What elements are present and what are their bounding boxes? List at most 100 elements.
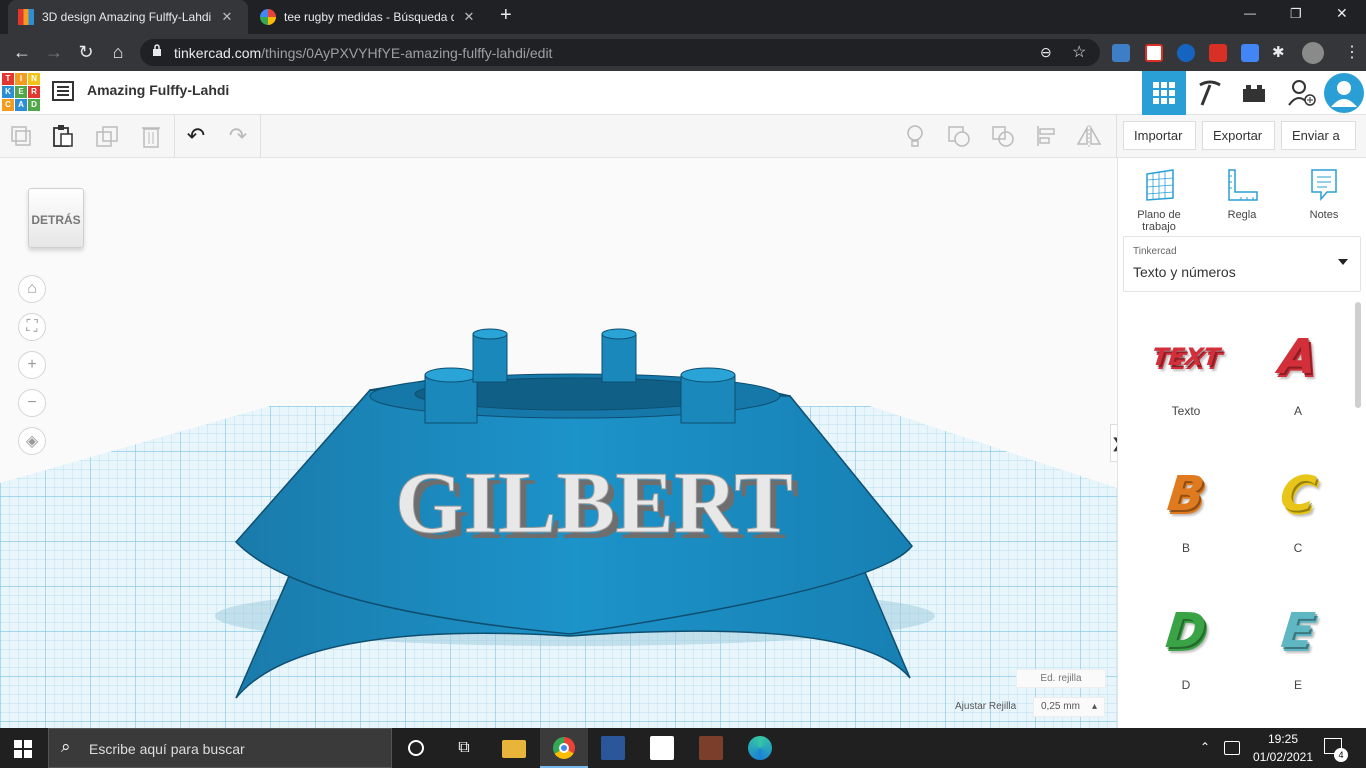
- shape-tile[interactable]: DD: [1136, 592, 1236, 692]
- chrome-icon: [553, 737, 575, 759]
- light-bulb-icon[interactable]: [900, 121, 930, 151]
- perspective-icon[interactable]: ◈: [18, 427, 46, 455]
- workplane-viewport[interactable]: GILBERT GILBERT: [0, 158, 1117, 728]
- zoom-icon[interactable]: ⊖: [1040, 44, 1052, 61]
- edit-grid-button[interactable]: Ed. rejilla: [1016, 669, 1106, 688]
- undo-icon[interactable]: ↶: [181, 121, 211, 151]
- shape-tile[interactable]: BB: [1136, 455, 1236, 555]
- zoom-out-icon[interactable]: −: [18, 389, 46, 417]
- shape-thumbnail: B: [1164, 466, 1208, 522]
- snap-grid-select[interactable]: 0,25 mm ▴: [1033, 697, 1105, 717]
- chrome-menu-icon[interactable]: ⋮: [1344, 42, 1360, 62]
- ruler-tool[interactable]: Regla: [1207, 168, 1277, 221]
- snap-grid-arrow-icon: ▴: [1091, 701, 1097, 712]
- home-view-icon[interactable]: ⌂: [18, 275, 46, 303]
- extensions-puzzle-icon[interactable]: ✱: [1272, 43, 1285, 61]
- extension-blue-icon[interactable]: [1177, 44, 1195, 62]
- task-view-icon[interactable]: ⧉: [452, 736, 476, 760]
- fit-view-icon[interactable]: ⛶: [18, 313, 46, 341]
- taskbar-search[interactable]: ⌕ Escribe aquí para buscar: [48, 728, 392, 768]
- model-text[interactable]: GILBERT: [395, 455, 794, 553]
- clock-date[interactable]: 01/02/2021: [1246, 750, 1320, 764]
- paste-icon[interactable]: [48, 121, 78, 151]
- home-icon[interactable]: ⌂: [106, 40, 130, 64]
- dropdown-arrow-icon: [1338, 259, 1348, 265]
- minecraft-pickaxe-icon[interactable]: [1188, 71, 1232, 115]
- extension-s-icon[interactable]: [1112, 44, 1130, 62]
- logo-letter: A: [15, 99, 27, 111]
- user-avatar[interactable]: [1322, 71, 1366, 115]
- export-button[interactable]: Exportar: [1202, 121, 1275, 150]
- zoom-in-icon[interactable]: +: [18, 351, 46, 379]
- shape-tile[interactable]: CC: [1248, 455, 1348, 555]
- logo-letter: C: [2, 99, 14, 111]
- panel-scrollbar[interactable]: [1355, 302, 1361, 408]
- clock-time[interactable]: 19:25: [1253, 732, 1313, 746]
- shape-tile[interactable]: TEXT Texto: [1136, 318, 1236, 418]
- close-tab-icon[interactable]: ✕: [462, 9, 476, 25]
- ungroup-shapes-icon[interactable]: [988, 121, 1018, 151]
- restore-button[interactable]: ❐: [1290, 6, 1302, 22]
- shape-label: D: [1181, 678, 1191, 692]
- word-icon[interactable]: [601, 736, 625, 760]
- edge-icon[interactable]: [748, 736, 772, 760]
- search-icon: ⌕: [61, 737, 71, 756]
- shape-thumbnail: C: [1277, 466, 1319, 522]
- shape-library-select[interactable]: Tinkercad Texto y números: [1123, 236, 1361, 292]
- import-button[interactable]: Importar: [1123, 121, 1196, 150]
- workplane-tool[interactable]: Plano de trabajo: [1124, 168, 1194, 233]
- profile-avatar[interactable]: [1302, 42, 1324, 64]
- reload-icon[interactable]: ↻: [74, 40, 98, 64]
- forward-icon[interactable]: →: [42, 40, 66, 64]
- view-cube-label: DETRÁS: [31, 213, 81, 227]
- align-icon[interactable]: [1032, 121, 1062, 151]
- lock-icon[interactable]: [152, 44, 162, 56]
- duplicate-icon[interactable]: [92, 121, 122, 151]
- gmail-icon[interactable]: [1145, 44, 1163, 62]
- tab-tinkercad[interactable]: 3D design Amazing Fulffy-Lahdi | ✕: [8, 0, 248, 34]
- shape-tile[interactable]: AA: [1248, 318, 1348, 418]
- close-window-button[interactable]: ✕: [1336, 5, 1348, 22]
- workplane-label: Plano de: [1137, 209, 1181, 221]
- chrome-taskbar-button[interactable]: [540, 728, 588, 768]
- tab-google-search[interactable]: tee rugby medidas - Búsqueda d ✕: [250, 0, 490, 34]
- search-placeholder: Escribe aquí para buscar: [89, 741, 245, 757]
- network-icon[interactable]: [1224, 741, 1240, 755]
- back-icon[interactable]: ←: [10, 40, 34, 64]
- minimize-button[interactable]: —: [1244, 6, 1256, 20]
- file-explorer-icon[interactable]: [502, 740, 526, 758]
- add-user-icon[interactable]: [1280, 71, 1324, 115]
- new-tab-button[interactable]: +: [500, 4, 520, 27]
- close-tab-icon[interactable]: ✕: [220, 9, 234, 25]
- view-cube[interactable]: DETRÁS: [28, 188, 84, 248]
- workplane-grid[interactable]: GILBERT GILBERT: [0, 158, 1117, 728]
- notes-tool[interactable]: Notes: [1289, 168, 1359, 221]
- ruler-label: Regla: [1227, 209, 1257, 221]
- bookmark-star-icon[interactable]: ☆: [1072, 42, 1086, 62]
- google-favicon-icon: [260, 9, 276, 25]
- url-text: tinkercad.com/things/0AyPXVYHfYE-amazing…: [174, 45, 553, 61]
- tinkercad-logo[interactable]: T I N K E R C A D: [2, 73, 40, 111]
- delete-trash-icon[interactable]: [136, 121, 166, 151]
- group-shapes-icon[interactable]: [944, 121, 974, 151]
- bricks-icon[interactable]: [1232, 71, 1276, 115]
- send-to-button[interactable]: Enviar a: [1281, 121, 1356, 150]
- design-title[interactable]: Amazing Fulffy-Lahdi: [87, 82, 229, 98]
- shape-thumbnail: D: [1163, 603, 1209, 659]
- translate-icon[interactable]: [1241, 44, 1259, 62]
- mirror-icon[interactable]: [1074, 121, 1104, 151]
- pdf-extension-icon[interactable]: [1209, 44, 1227, 62]
- copy-icon[interactable]: [6, 121, 36, 151]
- windows-start-icon[interactable]: [14, 740, 32, 758]
- photos-app-icon[interactable]: [699, 736, 723, 760]
- snap-grid-label: Ajustar Rejilla: [955, 701, 1017, 712]
- 3d-view-grid-icon[interactable]: [1142, 71, 1186, 115]
- shape-tile[interactable]: EE: [1248, 592, 1348, 692]
- shape-label: Texto: [1171, 404, 1201, 418]
- redo-icon[interactable]: ↷: [223, 121, 253, 151]
- toolbar-divider: [260, 115, 261, 158]
- design-list-icon[interactable]: [52, 81, 74, 101]
- store-icon[interactable]: [650, 736, 674, 760]
- tray-chevron-icon[interactable]: ⌃: [1200, 740, 1210, 754]
- cortana-icon[interactable]: [408, 740, 424, 756]
